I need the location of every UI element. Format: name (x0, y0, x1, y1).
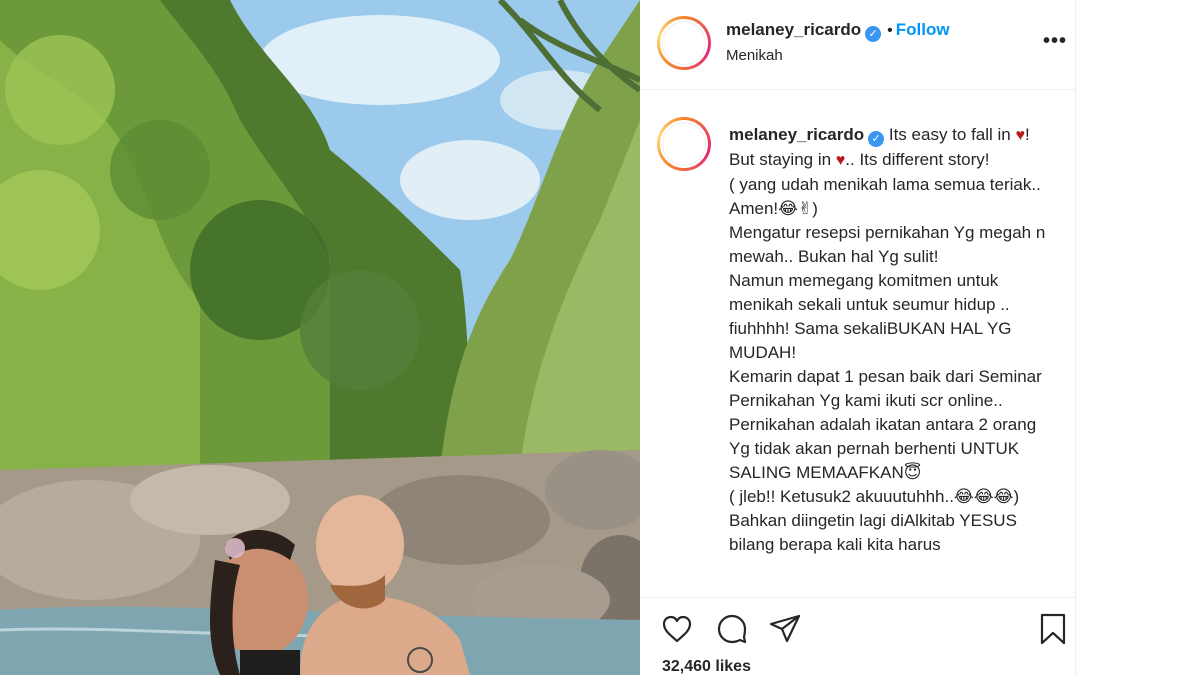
caption-area: melaney_ricardo ✓ Its easy to fall in ♥! … (640, 91, 1076, 597)
caption-text: melaney_ricardo ✓ Its easy to fall in ♥! … (729, 123, 1049, 557)
caption-segment-3: .. Its different story! ( yang udah meni… (729, 150, 1046, 554)
share-button[interactable] (768, 612, 802, 646)
verified-badge-icon: ✓ (865, 26, 882, 42)
post-side-panel: melaney_ricardo ✓ • Follow Menikah ••• mela… (640, 0, 1076, 675)
post-image (0, 0, 640, 675)
action-bar: 32,460 likes (640, 597, 1076, 675)
author-avatar[interactable] (657, 16, 711, 70)
caption-username[interactable]: melaney_ricardo (729, 125, 864, 144)
save-button[interactable] (1036, 612, 1070, 646)
bookmark-icon (1040, 613, 1066, 645)
post-header: melaney_ricardo ✓ • Follow Menikah ••• (640, 0, 1076, 90)
heart-emoji-icon: ♥ (835, 152, 846, 169)
comment-button[interactable] (715, 612, 749, 646)
share-icon (769, 614, 801, 643)
caption-segment-1: Its easy to fall in (884, 125, 1016, 144)
post-photo[interactable] (0, 0, 640, 675)
heart-emoji-icon: ♥ (1015, 127, 1025, 144)
comment-icon (717, 614, 747, 644)
more-options-icon[interactable]: ••• (1043, 30, 1067, 53)
caption-avatar[interactable] (657, 117, 711, 171)
caption-verified-badge-icon: ✓ (868, 131, 885, 147)
post-location[interactable]: Menikah (726, 47, 783, 64)
header-title-line: melaney_ricardo ✓ • Follow (726, 20, 950, 42)
header-separator: • (887, 22, 893, 39)
like-button[interactable] (660, 612, 694, 646)
author-username[interactable]: melaney_ricardo (726, 20, 861, 39)
likes-count[interactable]: 32,460 likes (662, 658, 751, 675)
follow-button[interactable]: Follow (896, 20, 950, 39)
heart-icon (662, 615, 692, 643)
